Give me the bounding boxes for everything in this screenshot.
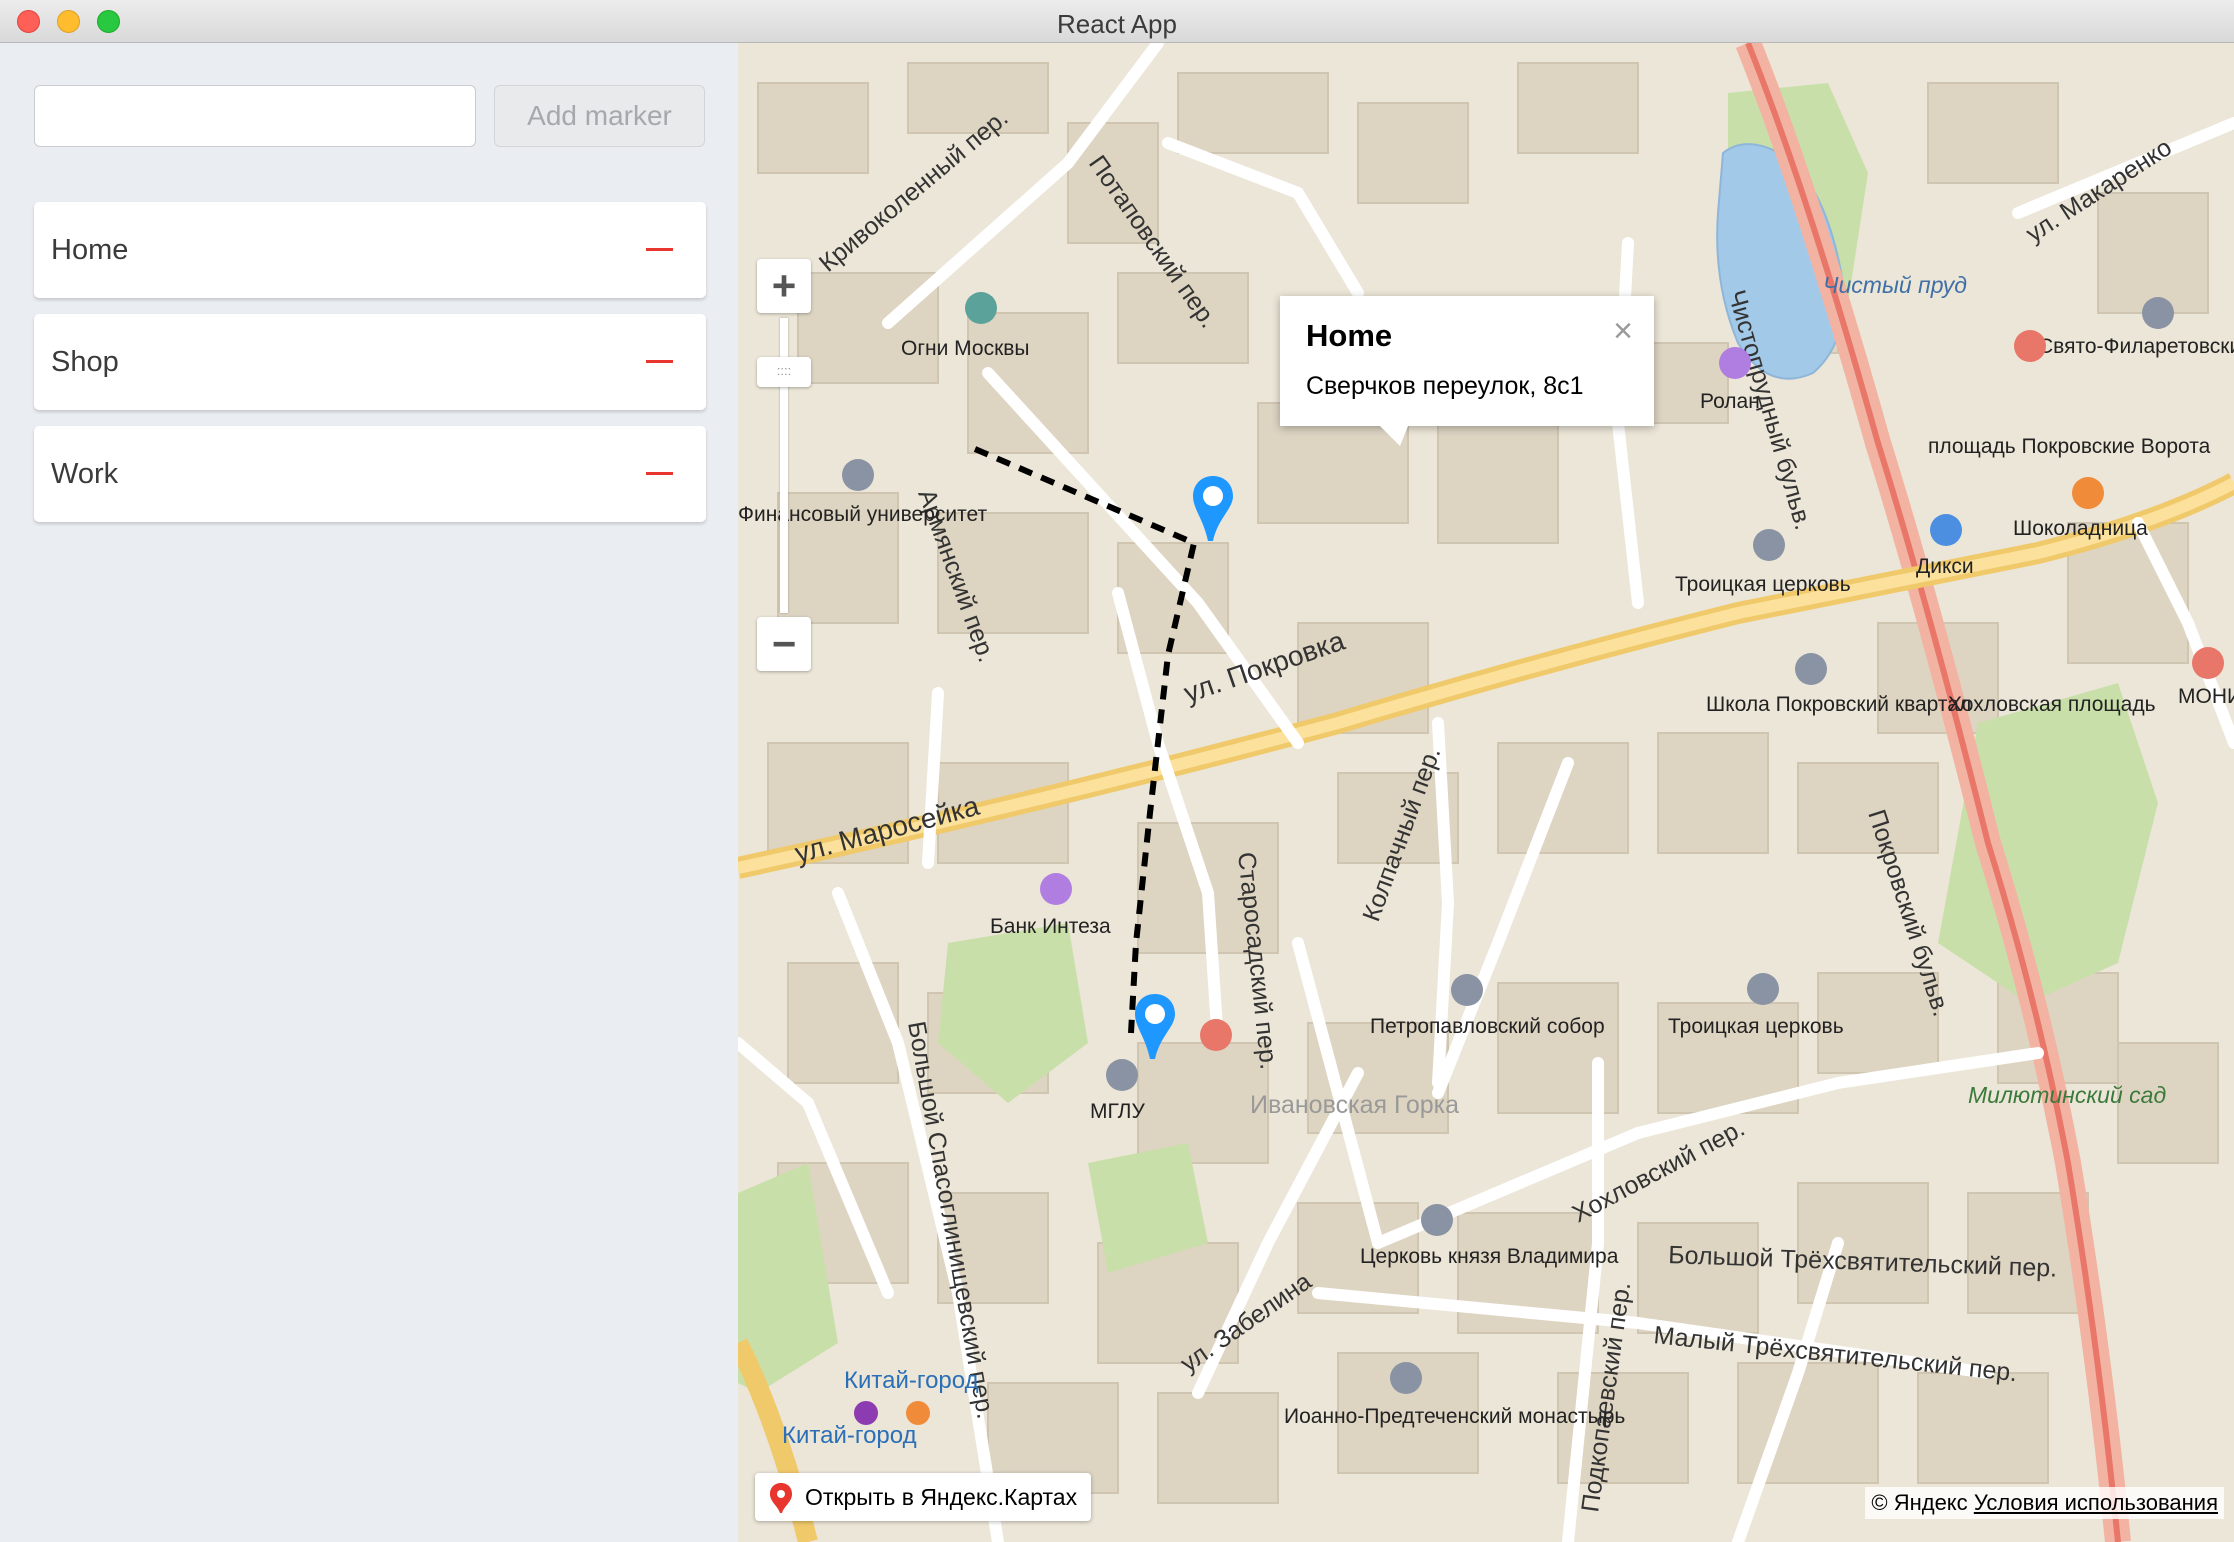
open-in-yandex-maps-button[interactable]: Открыть в Яндекс.Картах — [755, 1473, 1092, 1521]
marker-list-item-shop[interactable]: Shop — [34, 314, 706, 410]
poi-label: Хохловская площадь — [1948, 693, 2156, 716]
school-icon — [1795, 653, 1827, 685]
window-title: React App — [1057, 9, 1177, 39]
map-pin-icon — [770, 1483, 792, 1513]
marker-label: Work — [51, 458, 119, 490]
poi-label: Свято-Филаретовский институт — [2038, 335, 2234, 358]
marker-balloon: Home Сверчков переулок, 8с1 × — [1280, 296, 1654, 446]
poi-label: Чистый пруд — [1823, 272, 1967, 298]
copyright-text: © Яндекс — [1871, 1490, 1968, 1515]
map-copyright: © Яндекс Условия использования — [1865, 1487, 2224, 1519]
poi-label: Финансовый университет — [738, 503, 988, 526]
education-icon — [842, 459, 874, 491]
poi-label: Церковь князя Владимира — [1360, 1245, 1619, 1268]
education-icon — [2142, 297, 2174, 329]
title-bar: React App — [0, 0, 2234, 43]
minus-icon[interactable] — [646, 472, 673, 475]
cafe-icon — [2072, 477, 2104, 509]
poi-label: Китай-город — [782, 1422, 917, 1449]
minus-icon[interactable] — [646, 248, 673, 251]
map-view[interactable]: ул. Покровка ул. Маросейка Армянский пер… — [738, 43, 2234, 1542]
marker-list-item-home[interactable]: Home — [34, 202, 706, 298]
cinema-icon — [1719, 347, 1751, 379]
zoom-out-button[interactable]: − — [757, 617, 811, 671]
hospital-icon — [2014, 330, 2046, 362]
poi-label: Дикси — [1916, 555, 1974, 578]
poi-label: площадь Покровские Ворота — [1928, 435, 2211, 458]
poi-label: Троицкая церковь — [1675, 573, 1851, 596]
marker-label: Home — [51, 234, 129, 266]
poi-label: Троицкая церковь — [1668, 1015, 1844, 1038]
poi-label: Милютинский сад — [1968, 1082, 2166, 1108]
close-icon[interactable]: × — [1606, 314, 1640, 348]
zoom-in-button[interactable]: + — [757, 259, 811, 313]
marker-name-input[interactable] — [34, 85, 476, 147]
education-icon — [1106, 1059, 1138, 1091]
hospital-icon — [2192, 647, 2224, 679]
shop-icon — [1930, 514, 1962, 546]
metro-icon — [906, 1401, 930, 1425]
map-placemark-work[interactable] — [1130, 991, 1180, 1061]
open-in-yandex-maps-label: Открыть в Яндекс.Картах — [805, 1484, 1078, 1510]
sidebar: Add marker Home Shop Work — [0, 43, 738, 1542]
poi-label: Ролан — [1700, 390, 1760, 413]
church-icon — [1421, 1204, 1453, 1236]
balloon-address: Сверчков переулок, 8с1 — [1306, 372, 1584, 400]
poi-label: Банк Интеза — [990, 915, 1111, 938]
museum-icon — [965, 292, 997, 324]
church-icon — [1753, 529, 1785, 561]
church-icon — [1390, 1362, 1422, 1394]
marker-list: Home Shop Work — [34, 202, 706, 538]
balloon-title: Home — [1306, 318, 1393, 353]
minus-icon[interactable] — [646, 360, 673, 363]
marker-list-item-work[interactable]: Work — [34, 426, 706, 522]
poi-label: Ивановская Горка — [1250, 1091, 1459, 1119]
hospital-icon — [1200, 1019, 1232, 1051]
poi-label: Шоколадница — [2013, 517, 2148, 540]
poi-label: Огни Москвы — [901, 337, 1030, 360]
bank-icon — [1040, 873, 1072, 905]
zoom-slider-handle[interactable]: :::: — [757, 357, 811, 387]
map-placemark-shop[interactable] — [1188, 473, 1238, 543]
poi-label: Китай-город — [844, 1367, 979, 1394]
poi-label: Петропавловский собор — [1370, 1015, 1605, 1038]
add-marker-button[interactable]: Add marker — [494, 85, 705, 147]
poi-label: МОНИК — [2178, 685, 2234, 708]
poi-label: МГЛУ — [1090, 1100, 1145, 1123]
map-canvas[interactable]: ул. Покровка ул. Маросейка Армянский пер… — [738, 43, 2234, 1542]
poi-label: Школа Покровский квартал — [1706, 693, 1971, 716]
church-icon — [1747, 973, 1779, 1005]
metro-icon — [854, 1401, 878, 1425]
terms-link[interactable]: Условия использования — [1974, 1490, 2218, 1515]
marker-label: Shop — [51, 346, 119, 378]
poi-label: Иоанно-Предтеченский монастырь — [1284, 1405, 1625, 1428]
church-icon — [1451, 974, 1483, 1006]
